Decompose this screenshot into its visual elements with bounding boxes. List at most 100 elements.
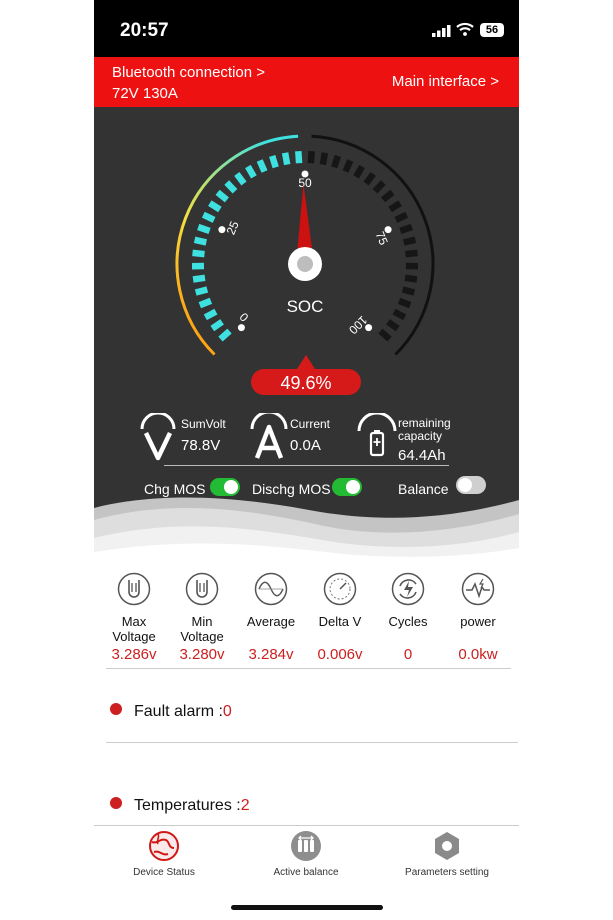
main-interface-link[interactable]: Main interface > <box>392 73 499 90</box>
gauge-segment <box>392 308 407 321</box>
cell-metrics-row: Max Voltage 3.286v Min Voltage 3.280v Av… <box>94 572 519 668</box>
gauge-scale-label: 25 <box>224 219 242 237</box>
gauge-segment <box>192 274 206 283</box>
battery-overview-panel: 0 25 50 75 100 SOC 49.6% SumVolt 78.8V Curre… <box>94 107 519 552</box>
metric-value: 0.0kw <box>458 646 498 663</box>
fault-alarm-row[interactable]: Fault alarm :0 <box>110 703 232 721</box>
sumvolt-label: SumVolt <box>181 417 226 431</box>
gauge-segment <box>388 200 402 213</box>
gauge-segment <box>331 154 341 169</box>
phone-screen: 20:57 56 Bluetooth connection > 72V 130A… <box>94 0 519 920</box>
fault-alarm-dot <box>110 703 122 715</box>
cycle-bolt-icon <box>391 572 425 606</box>
delta-gauge-icon <box>323 572 357 606</box>
temperatures-row[interactable]: Temperatures :2 <box>110 797 250 815</box>
gauge-segment <box>381 189 395 203</box>
power-pulse-icon <box>461 572 495 606</box>
metric-power: power 0.0kw <box>442 572 514 663</box>
gauge-segment <box>203 308 218 321</box>
metric-label-line1: Delta V <box>318 614 362 629</box>
temperatures-value: 2 <box>240 797 250 814</box>
gauge-segment <box>218 328 232 342</box>
metric-label-line1: power <box>460 614 496 629</box>
metric-label-line1: Cycles <box>388 614 428 629</box>
gauge-segment <box>269 154 279 169</box>
sumvolt-value: 78.8V <box>181 437 221 454</box>
device-model-label: 72V 130A <box>112 85 178 102</box>
gauge-segment <box>194 286 209 296</box>
metric-label-line2: Voltage <box>180 629 224 644</box>
metric-max-voltage: Max Voltage 3.286v <box>98 572 170 663</box>
gauge-segment <box>363 171 376 186</box>
gauge-segment <box>353 164 365 179</box>
battery-capacity-icon <box>357 413 397 457</box>
gauge-segment <box>394 211 409 223</box>
app-header: Bluetooth connection > 72V 130A Main int… <box>94 57 519 107</box>
gauge-segment <box>234 171 247 186</box>
gauge-scale-label: 0 <box>236 310 251 325</box>
sine-wave-icon <box>254 572 288 606</box>
gauge-segment <box>319 152 329 166</box>
current-value: 0.0A <box>290 437 321 454</box>
gauge-segment <box>256 159 268 173</box>
capacity-stat: remaining capacity 64.4Ah <box>398 417 451 465</box>
gauge-segment <box>402 236 417 246</box>
temperatures-label: Temperatures : <box>134 797 241 814</box>
gauge-empty-arc <box>311 134 435 356</box>
alarm-divider <box>106 742 518 743</box>
gauge-segment <box>197 223 211 234</box>
metric-value: 0 <box>403 646 413 663</box>
tab-parameters-setting[interactable]: Parameters setting <box>382 830 512 878</box>
capacity-label-line2: capacity <box>398 429 443 443</box>
gauge-segment <box>210 319 224 332</box>
tab-label: Active balance <box>273 867 339 878</box>
hexagon-gear-icon <box>435 832 459 860</box>
metric-label-line1: Average <box>246 614 296 629</box>
gauge-segment <box>215 189 229 203</box>
fault-alarm-label: Fault alarm : <box>134 703 223 720</box>
globe-icon <box>149 831 179 861</box>
soc-gauge: 0255075100 SOC 49.6% <box>175 134 435 395</box>
tab-label: Parameters setting <box>405 867 489 878</box>
gauge-segment <box>192 249 205 258</box>
status-time: 20:57 <box>120 20 169 41</box>
gauge-segment <box>386 319 400 332</box>
tab-label: Device Status <box>133 867 195 878</box>
gauge-scale-label: 100 <box>346 313 370 337</box>
gauge-segment <box>404 274 418 283</box>
metric-min-voltage: Min Voltage 3.280v <box>166 572 238 663</box>
home-indicator[interactable] <box>231 905 383 910</box>
gauge-segment <box>281 152 291 166</box>
max-voltage-icon <box>117 572 151 606</box>
gauge-segment <box>208 200 222 213</box>
gauge-segment <box>224 180 238 194</box>
battery-indicator: 56 <box>480 23 504 37</box>
metrics-divider <box>106 668 511 669</box>
gauge-segment <box>405 249 418 258</box>
voltage-icon <box>140 413 176 461</box>
needle-hub-center <box>297 256 313 272</box>
balance-icon <box>291 831 321 861</box>
gauge-segment <box>193 236 208 246</box>
metric-value: 0.006v <box>317 646 363 663</box>
gauge-scale-label: 50 <box>298 176 312 190</box>
metric-value: 3.284v <box>248 646 294 663</box>
tab-device-status[interactable]: Device Status <box>99 830 229 878</box>
metric-value: 3.280v <box>179 646 225 663</box>
gauge-segment <box>372 180 386 194</box>
capacity-value: 64.4Ah <box>398 447 446 464</box>
gauge-segment <box>307 150 315 164</box>
gauge-segment <box>401 286 416 296</box>
gauge-segment <box>198 297 213 309</box>
metric-average: Average 3.284v <box>235 572 307 663</box>
current-icon <box>250 413 288 459</box>
bluetooth-connection-link[interactable]: Bluetooth connection > 72V 130A <box>112 62 265 104</box>
tab-active-balance[interactable]: Active balance <box>241 830 371 878</box>
gauge-segment <box>378 328 392 342</box>
wifi-icon <box>456 22 474 36</box>
stats-divider <box>164 465 449 466</box>
soc-value-text: 49.6% <box>280 373 331 393</box>
metric-label-line1: Min <box>191 614 213 629</box>
metric-value: 3.286v <box>111 646 157 663</box>
sumvolt-stat: SumVolt 78.8V <box>181 417 226 454</box>
